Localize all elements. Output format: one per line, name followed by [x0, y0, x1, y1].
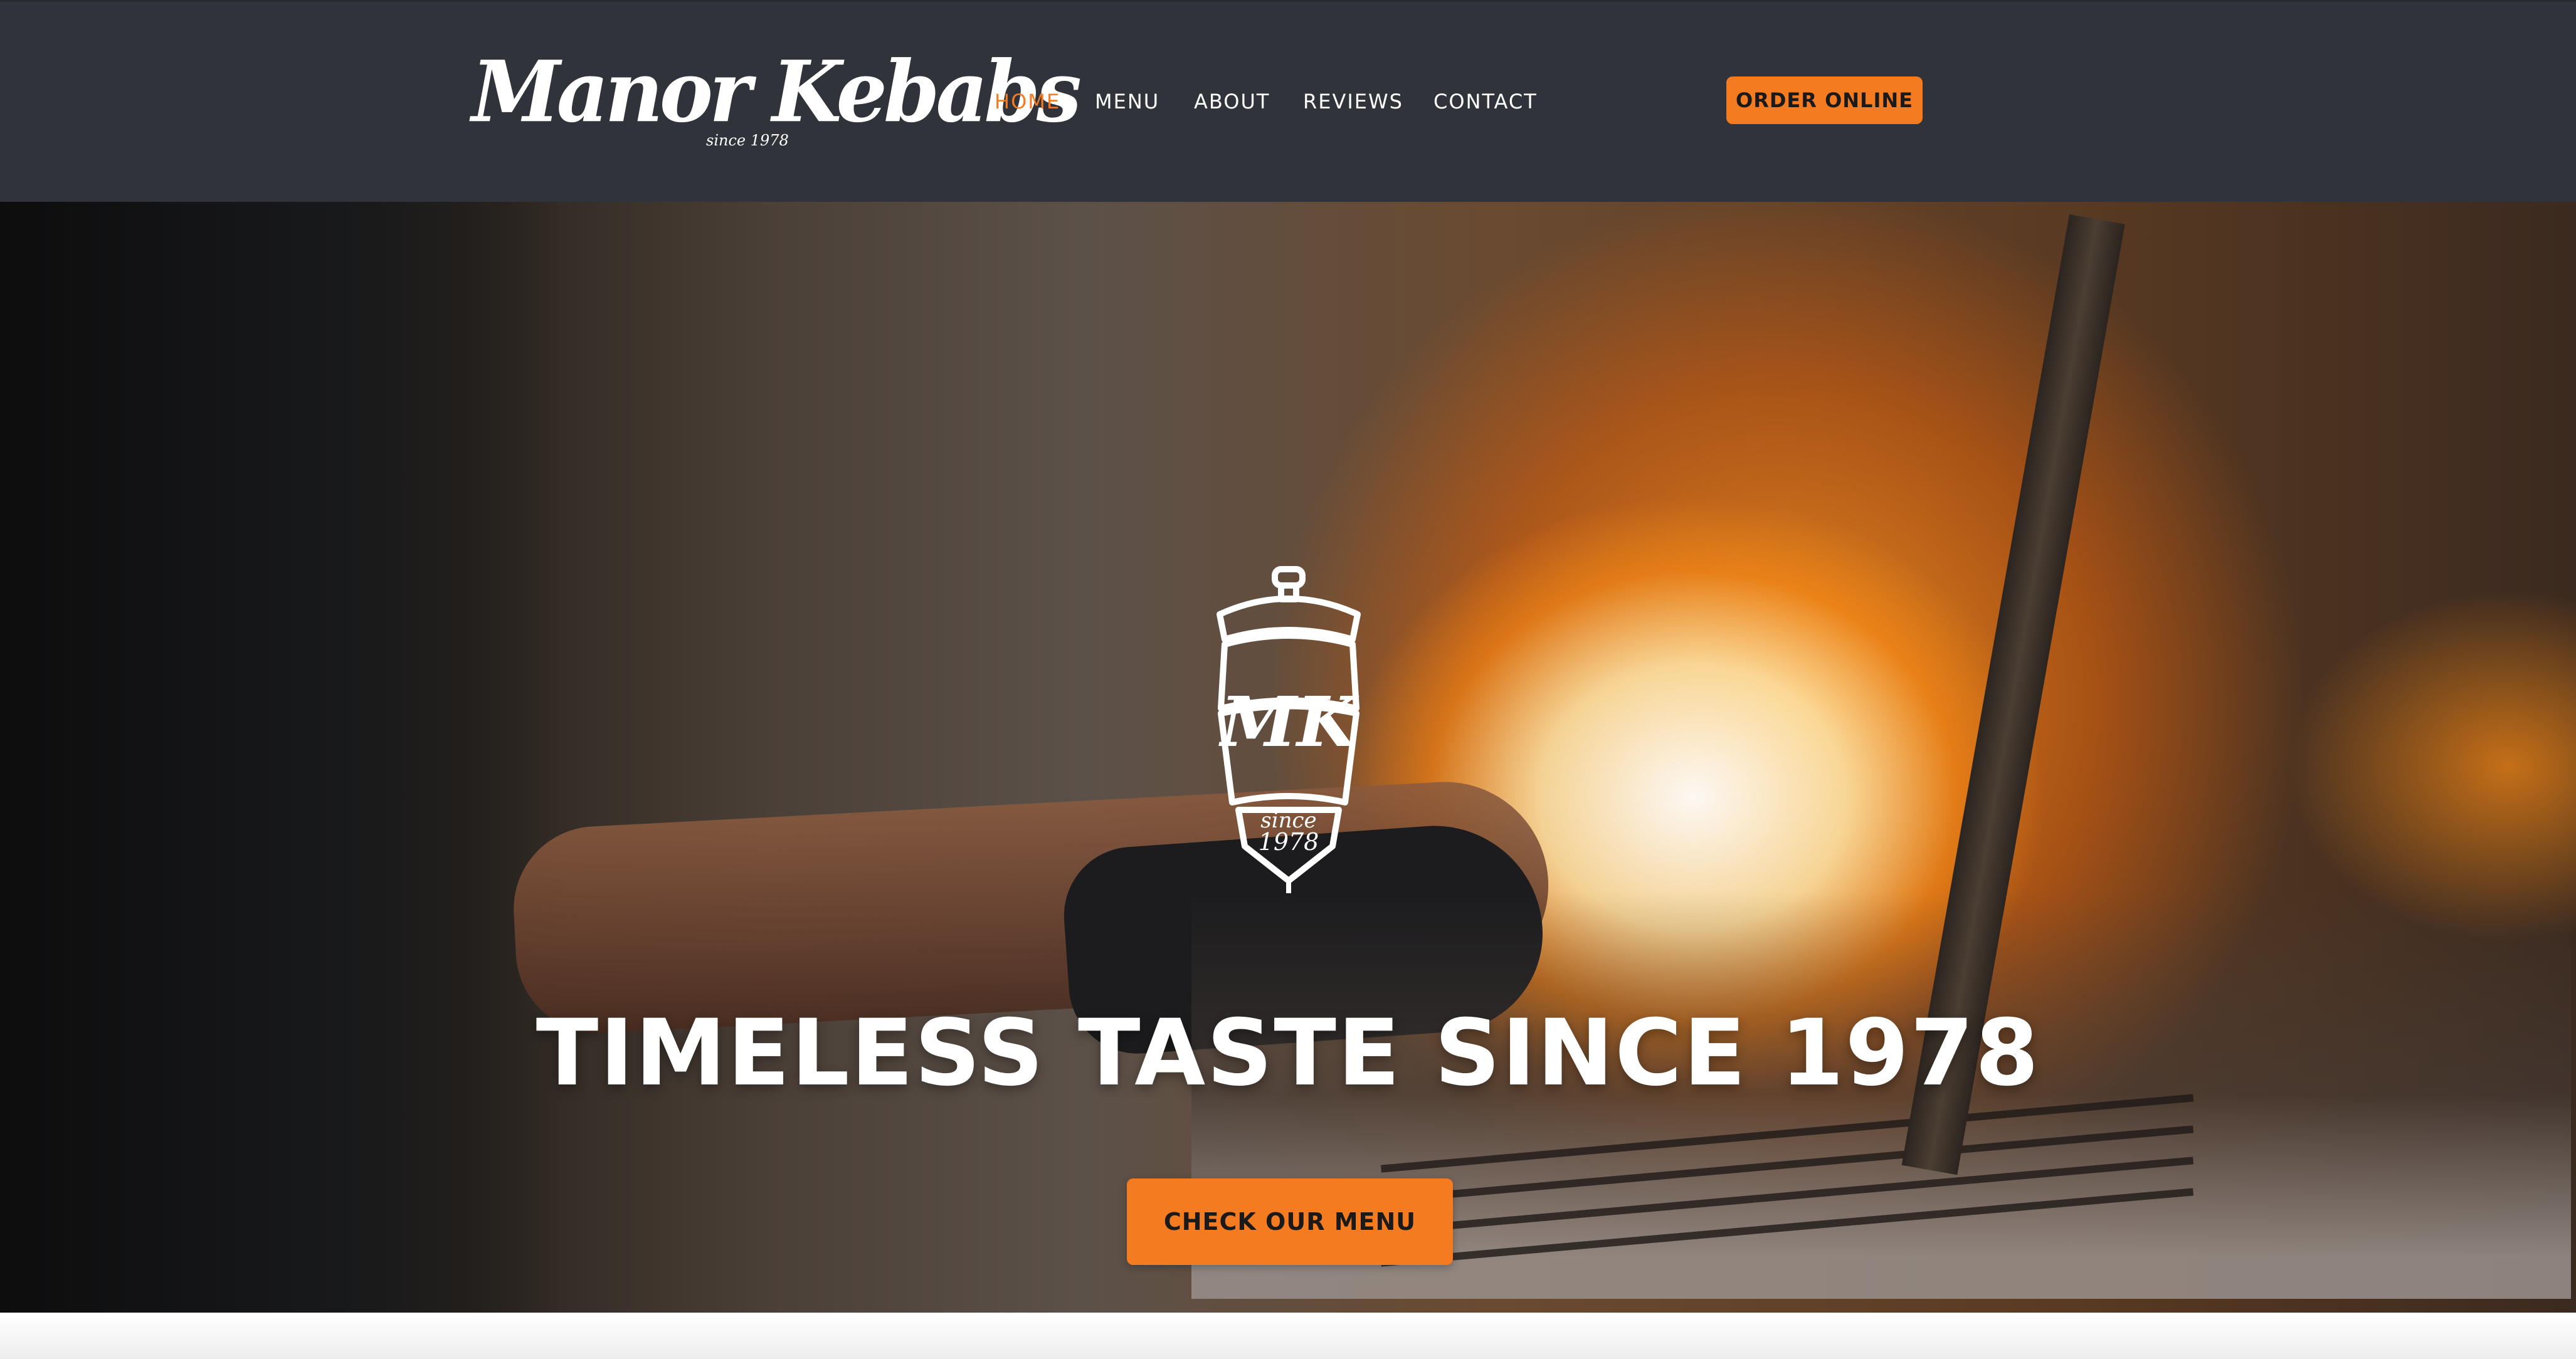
kebab-emblem-icon: MK since 1978: [1217, 566, 1361, 893]
emblem-since-year: 1978: [1259, 828, 1319, 856]
site-header: Manor Kebabs since 1978 HOME MENU ABOUT …: [0, 0, 2576, 202]
hero-section: MK since 1978 TIMELESS TASTE SINCE 1978 …: [0, 202, 2576, 1313]
grill-bar: [1380, 1188, 2194, 1267]
order-online-button[interactable]: ORDER ONLINE: [1726, 76, 1923, 124]
nav-reviews[interactable]: REVIEWS: [1303, 88, 1403, 115]
hero-title: TIMELESS TASTE SINCE 1978: [536, 999, 2040, 1106]
header-divider: [0, 0, 2576, 2]
nav-contact[interactable]: CONTACT: [1433, 88, 1538, 115]
below-fold-section: [0, 1313, 2576, 1359]
emblem-monogram: MK: [1218, 681, 1359, 762]
logo-since: since 1978: [706, 132, 789, 149]
nav-menu[interactable]: MENU: [1095, 88, 1159, 115]
check-menu-button[interactable]: CHECK OUR MENU: [1127, 1178, 1453, 1265]
nav-about[interactable]: ABOUT: [1194, 88, 1270, 115]
nav-home[interactable]: HOME: [995, 88, 1060, 115]
hero-photo-chef: [0, 202, 564, 1313]
site-logo[interactable]: Manor Kebabs since 1978: [472, 39, 1082, 158]
